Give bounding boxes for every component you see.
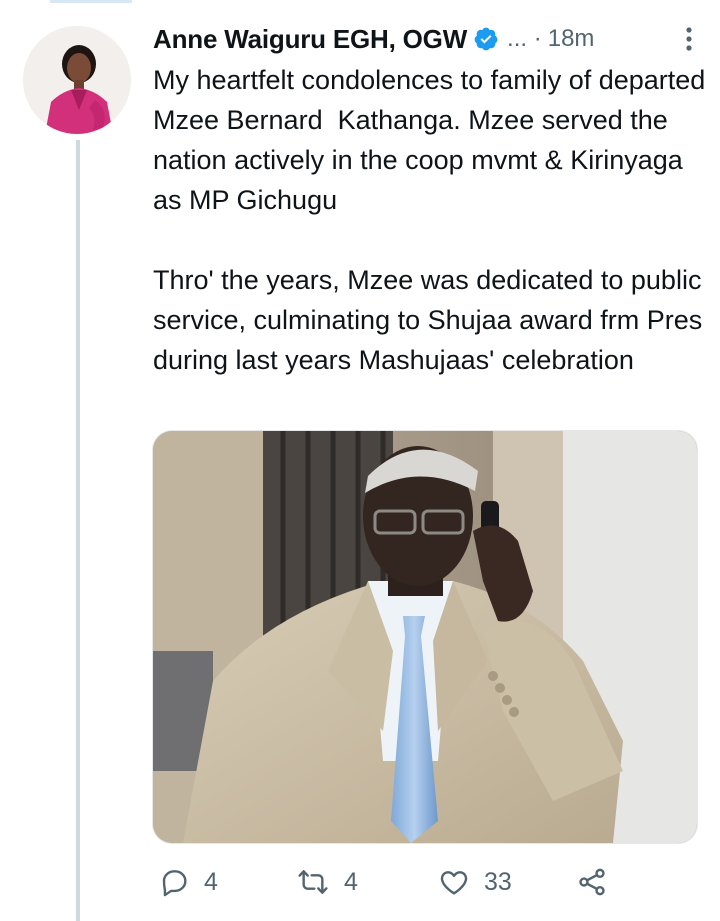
reply-button[interactable]: 4 (158, 860, 218, 904)
reply-count: 4 (204, 867, 218, 896)
retweet-icon (296, 866, 330, 898)
tweet-paragraph-1: My heartfelt condolences to family of de… (153, 65, 713, 215)
tweet-paragraph-2: Thro' the years, Mzee was dedicated to p… (153, 265, 710, 375)
tweet-text: My heartfelt condolences to family of de… (153, 60, 708, 380)
retweet-count: 4 (344, 867, 358, 896)
author-avatar[interactable] (23, 26, 131, 134)
like-icon (438, 866, 470, 898)
like-button[interactable]: 33 (438, 860, 512, 904)
retweet-button[interactable]: 4 (296, 860, 358, 904)
tweet-actions-bar: 4 4 33 (152, 860, 692, 904)
tweet-header: Anne Waiguru EGH, OGW ... · 18m (153, 22, 698, 56)
verified-badge-icon (473, 26, 499, 52)
header-separator: ... · (507, 25, 542, 52)
thread-line (76, 140, 80, 921)
tweet-media-photo[interactable] (152, 430, 698, 844)
tweet-timestamp[interactable]: 18m (548, 25, 595, 53)
share-icon (576, 866, 608, 898)
author-name[interactable]: Anne Waiguru EGH, OGW (153, 24, 467, 55)
more-options-icon[interactable] (680, 24, 698, 54)
like-count: 33 (484, 867, 512, 896)
top-accent-bar (50, 0, 132, 3)
reply-icon (158, 866, 190, 898)
share-button[interactable] (576, 860, 608, 904)
